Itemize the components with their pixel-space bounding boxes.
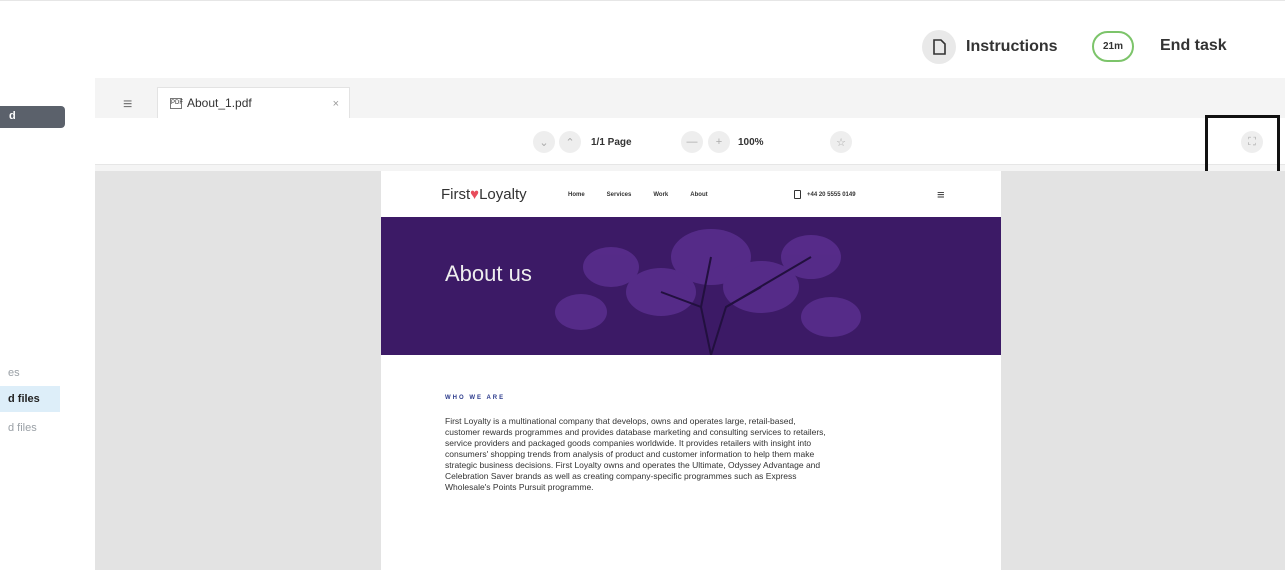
viewer-toolbar: ⌄ ⌃ 1/1 Page — + 100% ☆ ⛶ (95, 118, 1285, 165)
paragraph-line: Wholesale's Points Pursuit programme. (445, 482, 594, 492)
minus-icon: — (686, 136, 698, 148)
phone-icon (794, 190, 801, 199)
paragraph-line: First Loyalty is a multinational company… (445, 416, 796, 426)
instructions-label: Instructions (966, 38, 1058, 55)
paragraph-line: customer rewards programmes and provides… (445, 427, 826, 437)
doc-menu-icon: ≡ (937, 187, 945, 202)
doc-nav-services: Services (606, 192, 632, 198)
sidebar-item-files[interactable]: es (0, 360, 60, 386)
hero-banner: About us (381, 217, 1001, 355)
chevron-down-icon: ⌄ (539, 136, 549, 149)
file-tab[interactable]: PDF About_1.pdf × (157, 87, 350, 118)
heart-icon: ♥ (470, 186, 480, 203)
pdf-viewer: ≡ PDF About_1.pdf × ⌄ ⌃ 1/1 Page — + 100… (95, 78, 1285, 570)
paragraph-line: service providers and packaged goods com… (445, 438, 812, 448)
doc-nav-work: Work (653, 192, 669, 198)
document-canvas: First♥Loyalty Home Services Work About +… (95, 171, 1285, 570)
pdf-page: First♥Loyalty Home Services Work About +… (381, 171, 1001, 570)
paragraph-line: consumers' shopping trends from analysis… (445, 449, 815, 459)
zoom-level: 100% (738, 137, 764, 148)
doc-phone: +44 20 5555 0149 (794, 190, 856, 199)
sidebar-item-shared-files[interactable]: d files (0, 415, 60, 441)
sidebar-primary-button[interactable]: d (0, 106, 65, 128)
body-paragraph: First Loyalty is a multinational company… (445, 416, 980, 493)
file-tab-label: About_1.pdf (187, 96, 252, 110)
star-icon: ☆ (836, 136, 846, 149)
chevron-up-icon: ⌃ (565, 136, 575, 149)
pdf-file-icon: PDF (170, 97, 183, 109)
page-indicator: 1/1 Page (591, 137, 632, 148)
doc-nav: Home Services Work About (568, 192, 708, 198)
plus-icon: + (715, 136, 723, 148)
logo-left: First (441, 186, 471, 203)
paragraph-line: Celebration Saver brands as well as crea… (445, 471, 797, 481)
menu-icon[interactable]: ≡ (123, 96, 132, 114)
page-down-button[interactable]: ⌄ (533, 131, 555, 153)
left-sidebar: d es d files d files (0, 78, 88, 570)
doc-phone-number: +44 20 5555 0149 (807, 191, 856, 198)
logo-right: Loyalty (479, 186, 527, 203)
sidebar-item-uploaded-files[interactable]: d files (0, 386, 60, 412)
bookmark-button[interactable]: ☆ (830, 131, 852, 153)
close-tab-icon[interactable]: × (333, 98, 339, 110)
document-icon (922, 30, 956, 64)
tab-bar: ≡ PDF About_1.pdf × (95, 78, 1285, 118)
section-label: WHO WE ARE (445, 395, 506, 401)
doc-nav-about: About (690, 192, 708, 198)
end-task-button[interactable]: End task (1160, 37, 1227, 55)
top-bar: Instructions 21m End task (0, 0, 1285, 78)
hero-title: About us (445, 261, 532, 286)
page-up-button[interactable]: ⌃ (559, 131, 581, 153)
instructions-button[interactable]: Instructions (922, 30, 1058, 64)
doc-header: First♥Loyalty Home Services Work About +… (381, 171, 1001, 217)
zoom-in-button[interactable]: + (708, 131, 730, 153)
doc-nav-home: Home (568, 192, 585, 198)
doc-logo: First♥Loyalty (441, 186, 527, 203)
timer-badge: 21m (1092, 31, 1134, 62)
zoom-out-button[interactable]: — (681, 131, 703, 153)
paragraph-line: strategic business decisions. First Loya… (445, 460, 821, 470)
